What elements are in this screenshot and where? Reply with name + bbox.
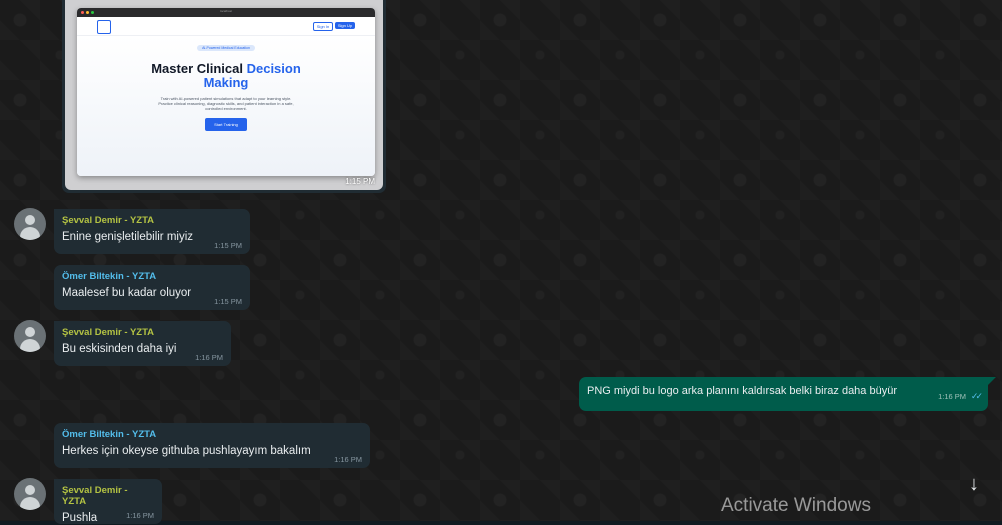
sender-name[interactable]: Ömer Biltekin - YZTA <box>62 271 242 282</box>
sender-name[interactable]: Şevval Demir - YZTA <box>62 327 223 338</box>
image-message[interactable]: localhost Sign In Sign Up AI-Powered Med… <box>62 0 386 193</box>
message-time: 1:15 PM <box>214 297 242 306</box>
avatar[interactable] <box>14 208 46 240</box>
message-bubble[interactable]: Şevval Demir - YZTA Bu eskisinden daha i… <box>54 321 231 366</box>
browser-titlebar: localhost <box>77 8 375 17</box>
message-text: Herkes için okeyse githuba pushlayayım b… <box>62 445 311 457</box>
hero-title-part1: Master Clinical <box>151 61 247 76</box>
message-bubble[interactable]: Ömer Biltekin - YZTA Herkes için okeyse … <box>54 423 370 468</box>
hero-title-highlight: Decision <box>246 61 301 76</box>
avatar[interactable] <box>14 478 46 510</box>
outgoing-message-bubble[interactable]: PNG miydi bu logo arka planını kaldırsak… <box>579 377 988 411</box>
screenshot-image[interactable]: localhost Sign In Sign Up AI-Powered Med… <box>65 0 383 190</box>
hero-subtitle: Train with AI-powered patient simulation… <box>158 96 294 111</box>
browser-url: localhost <box>220 9 232 13</box>
outgoing-bubble-tail <box>988 377 996 385</box>
sign-in-button: Sign In <box>313 22 333 31</box>
read-receipt-icon: ✓✓ <box>970 391 983 401</box>
sender-name[interactable]: Şevval Demir - YZTA <box>62 485 154 507</box>
hero-badge: AI-Powered Medical Education <box>197 45 255 51</box>
site-navbar: Sign In Sign Up <box>77 17 375 36</box>
sender-name[interactable]: Ömer Biltekin - YZTA <box>62 429 362 440</box>
avatar[interactable] <box>14 320 46 352</box>
activate-windows-watermark: Activate Windows <box>721 495 871 516</box>
site-logo <box>97 20 111 34</box>
message-bubble[interactable]: Ömer Biltekin - YZTA Maalesef bu kadar o… <box>54 265 250 310</box>
message-time: 1:16 PM <box>938 392 966 401</box>
hero-title-part2: Making <box>203 75 249 90</box>
message-time: 1:16 PM <box>126 511 154 520</box>
scroll-down-arrow-icon[interactable]: ↓ <box>961 471 987 497</box>
site-hero: AI-Powered Medical Education Master Clin… <box>77 36 375 176</box>
message-time: 1:15 PM <box>214 241 242 250</box>
message-time: 1:15 PM <box>345 177 375 186</box>
sender-name[interactable]: Şevval Demir - YZTA <box>62 215 242 226</box>
message-bubble[interactable]: Şevval Demir - YZTA Enine genişletilebil… <box>54 209 250 254</box>
browser-window-preview: localhost Sign In Sign Up AI-Powered Med… <box>77 8 375 176</box>
message-text: PNG miydi bu logo arka planını kaldırsak… <box>587 385 897 397</box>
hero-title: Master Clinical Decision Making <box>77 62 375 90</box>
sign-up-button: Sign Up <box>335 22 355 29</box>
start-training-button: Start Training <box>205 118 247 131</box>
message-time: 1:16 PM <box>334 455 362 464</box>
message-time: 1:16 PM <box>195 353 223 362</box>
message-bubble[interactable]: Şevval Demir - YZTA Pushla 1:16 PM <box>54 479 162 524</box>
